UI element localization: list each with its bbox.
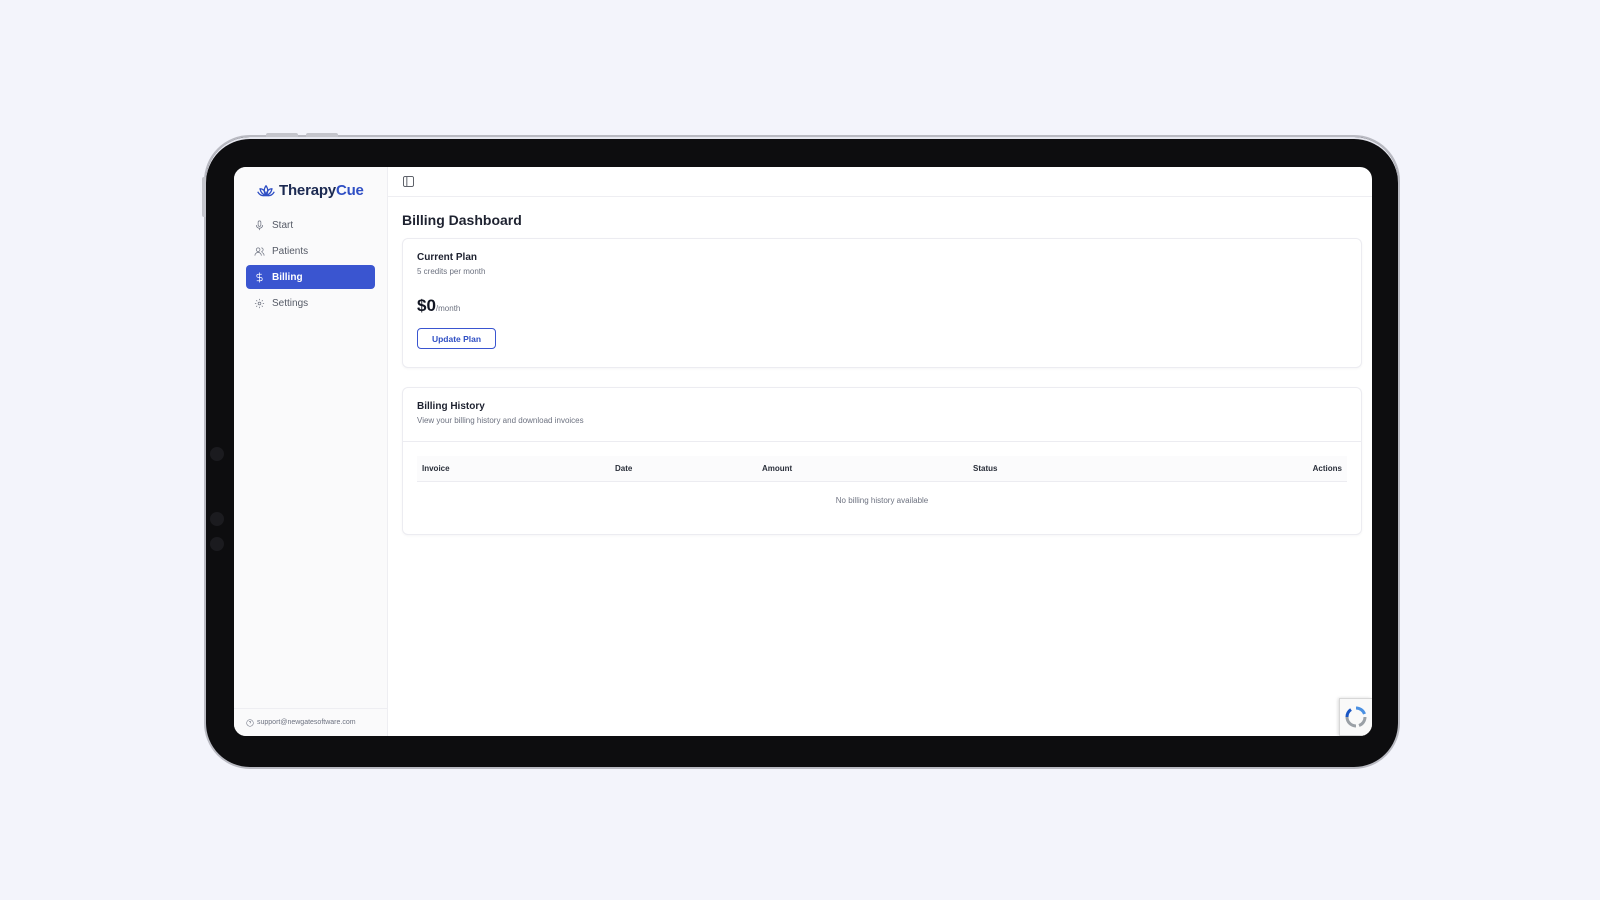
brand-name: TherapyCue [279, 182, 364, 199]
sidebar-item-label: Start [272, 219, 294, 231]
tablet-frame: TherapyCue Start Patients Billing Settin… [202, 133, 1400, 769]
sidebar-item-label: Billing [272, 271, 303, 283]
brand-name-part2: Cue [335, 182, 364, 199]
dollar-icon [256, 271, 263, 283]
update-plan-button[interactable]: Update Plan [417, 328, 496, 349]
plan-price-row: $0 /month [417, 296, 1347, 316]
topbar [388, 167, 1372, 197]
plan-card-subtitle: 5 credits per month [417, 267, 486, 276]
tablet-volume-button [266, 133, 298, 137]
main-content: Billing Dashboard Current Plan 5 credits… [388, 167, 1372, 736]
sidebar: TherapyCue Start Patients Billing Settin… [234, 167, 388, 736]
sidebar-item-settings[interactable]: Settings [246, 291, 375, 315]
recaptcha-badge[interactable] [1339, 698, 1372, 736]
recaptcha-icon [1345, 706, 1367, 728]
lotus-icon [257, 184, 275, 196]
plan-card-title: Current Plan [417, 252, 478, 263]
plan-price: $0 [417, 296, 436, 315]
billing-history-header: Billing History View your billing histor… [403, 388, 1361, 442]
page-content: Billing Dashboard Current Plan 5 credits… [388, 197, 1372, 535]
column-header-invoice[interactable]: Invoice [422, 464, 615, 473]
microphone-icon [255, 220, 264, 230]
sidebar-nav: Start Patients Billing Settings [234, 205, 387, 315]
sidebar-item-billing[interactable]: Billing [246, 265, 375, 289]
sidebar-item-start[interactable]: Start [246, 213, 375, 237]
brand-logo[interactable]: TherapyCue [234, 167, 387, 205]
gear-icon [254, 298, 265, 308]
billing-history-title: Billing History [417, 401, 485, 412]
billing-history-table: Invoice Date Amount Status Actions No bi… [403, 442, 1361, 524]
tablet-power-button [202, 177, 206, 217]
table-header: Invoice Date Amount Status Actions [417, 456, 1347, 482]
current-plan-card: Current Plan 5 credits per month $0 /mon… [402, 238, 1362, 368]
column-header-status[interactable]: Status [973, 464, 1242, 473]
sidebar-item-label: Patients [272, 245, 309, 257]
plan-price-period: /month [435, 304, 461, 313]
tablet-volume-button [306, 133, 338, 137]
tablet-camera [210, 447, 224, 461]
column-header-actions[interactable]: Actions [1242, 464, 1342, 473]
sidebar-item-label: Settings [272, 297, 309, 309]
app-screen: TherapyCue Start Patients Billing Settin… [234, 167, 1372, 736]
users-icon [254, 246, 265, 256]
sidebar-item-patients[interactable]: Patients [246, 239, 375, 263]
sidebar-toggle-icon[interactable] [402, 175, 415, 188]
billing-history-subtitle: View your billing history and download i… [417, 416, 584, 425]
tablet-sensor [210, 512, 224, 526]
billing-history-card: Billing History View your billing histor… [402, 387, 1362, 535]
column-header-date[interactable]: Date [615, 464, 762, 473]
support-link[interactable]: support@newgatesoftware.com [234, 708, 387, 736]
brand-name-part1: Therapy [279, 182, 336, 199]
tablet-sensor [210, 537, 224, 551]
column-header-amount[interactable]: Amount [762, 464, 973, 473]
help-circle-icon [246, 718, 254, 727]
support-email: support@newgatesoftware.com [257, 719, 356, 726]
empty-state-message: No billing history available [835, 495, 929, 505]
page-title: Billing Dashboard [402, 212, 522, 228]
